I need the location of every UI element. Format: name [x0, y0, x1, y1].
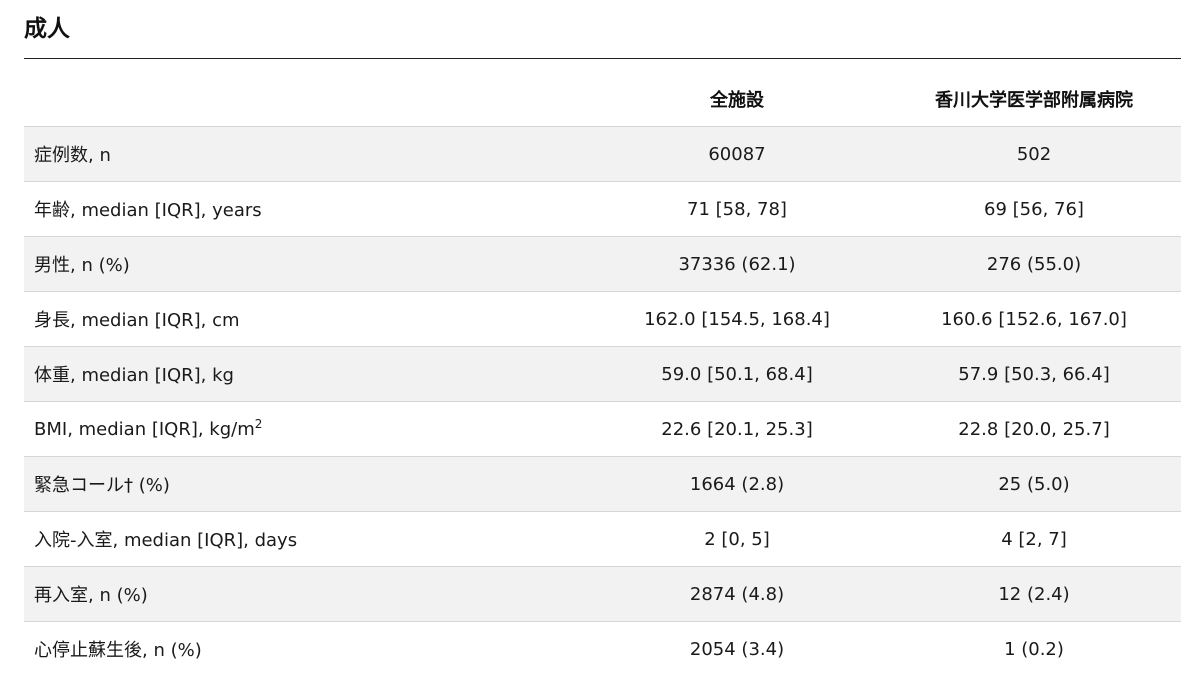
table-row: 再入室, n (%) 2874 (4.8) 12 (2.4) [24, 566, 1181, 622]
row-label: 心停止蘇生後, n (%) [34, 640, 202, 661]
kagawa-value: 276 (55.0) [986, 253, 1082, 275]
kagawa-value: 502 [1016, 143, 1052, 165]
kagawa-value: 160.6 [152.6, 167.0] [941, 308, 1127, 330]
row-label: 体重, median [IQR], kg [34, 365, 234, 386]
row-label: 症例数, n [34, 145, 111, 166]
all-facilities-value: 59.0 [50.1, 68.4] [661, 363, 813, 385]
table-row: BMI, median [IQR], kg/m2 22.6 [20.1, 25.… [24, 402, 1181, 457]
title-divider [24, 58, 1181, 59]
row-label: 身長, median [IQR], cm [34, 310, 240, 331]
kagawa-value: 69 [56, 76] [984, 198, 1084, 220]
kagawa-value: 12 (2.4) [998, 583, 1070, 605]
row-label-text: BMI, median [IQR], kg/m [34, 418, 255, 440]
row-label: 年齢, median [IQR], years [34, 200, 262, 221]
kagawa-value: 22.8 [20.0, 25.7] [958, 418, 1110, 440]
all-facilities-value: 2054 (3.4) [689, 638, 785, 660]
table-row: 男性, n (%) 37336 (62.1) 276 (55.0) [24, 236, 1181, 292]
header-all-facilities: 全施設 [710, 90, 764, 111]
row-label: 再入室, n (%) [34, 585, 148, 606]
all-facilities-value: 162.0 [154.5, 168.4] [644, 308, 830, 330]
table-row: 症例数, n 60087 502 [24, 126, 1181, 182]
all-facilities-value: 2874 (4.8) [689, 583, 785, 605]
all-facilities-value: 1664 (2.8) [689, 473, 785, 495]
page: 成人 全施設 香川大学医学部附属病院 症例数, n 60087 502 年齢, … [0, 0, 1200, 690]
row-label: BMI, median [IQR], kg/m2 [24, 402, 587, 457]
superscript-exponent: 2 [254, 416, 263, 431]
row-label: 入院-入室, median [IQR], days [34, 530, 298, 551]
table-row: 入院-入室, median [IQR], days 2 [0, 5] 4 [2,… [24, 512, 1181, 567]
all-facilities-value: 71 [58, 78] [687, 198, 787, 220]
header-kagawa-hospital: 香川大学医学部附属病院 [935, 90, 1133, 111]
header-label-column [24, 72, 587, 127]
table-row: 年齢, median [IQR], years 71 [58, 78] 69 [… [24, 182, 1181, 237]
section-title: 成人 [24, 16, 70, 42]
kagawa-value: 25 (5.0) [998, 473, 1070, 495]
table-header-row: 全施設 香川大学医学部附属病院 [24, 72, 1181, 127]
kagawa-value: 57.9 [50.3, 66.4] [958, 363, 1110, 385]
summary-table: 全施設 香川大学医学部附属病院 症例数, n 60087 502 年齢, med… [24, 72, 1181, 676]
kagawa-value: 4 [2, 7] [1001, 528, 1067, 550]
row-label: 緊急コール† (%) [34, 475, 170, 496]
all-facilities-value: 2 [0, 5] [704, 528, 770, 550]
table-row: 緊急コール† (%) 1664 (2.8) 25 (5.0) [24, 456, 1181, 512]
table-row: 体重, median [IQR], kg 59.0 [50.1, 68.4] 5… [24, 346, 1181, 402]
table-row: 身長, median [IQR], cm 162.0 [154.5, 168.4… [24, 292, 1181, 347]
table-row: 心停止蘇生後, n (%) 2054 (3.4) 1 (0.2) [24, 622, 1181, 677]
all-facilities-value: 60087 [708, 143, 766, 165]
row-label: 男性, n (%) [34, 255, 130, 276]
all-facilities-value: 22.6 [20.1, 25.3] [661, 418, 813, 440]
all-facilities-value: 37336 (62.1) [678, 253, 796, 275]
kagawa-value: 1 (0.2) [1004, 638, 1064, 660]
